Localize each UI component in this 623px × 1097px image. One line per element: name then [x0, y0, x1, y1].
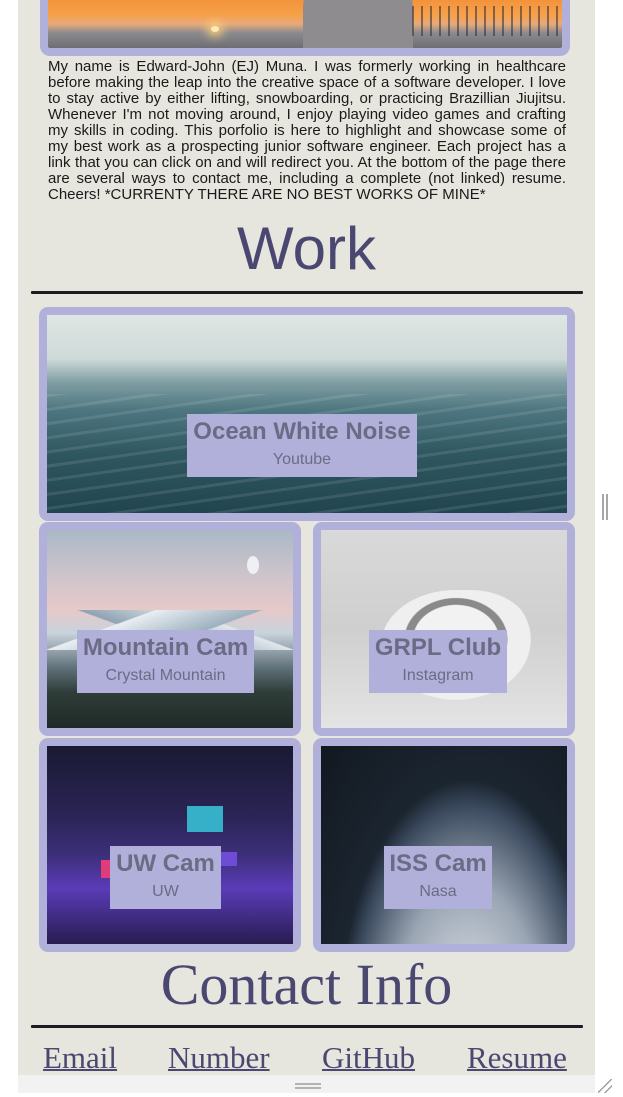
project-subtitle: Instagram — [402, 667, 474, 684]
project-label: Ocean White Noise Youtube — [187, 414, 417, 477]
project-card-iss[interactable]: ISS Cam Nasa — [313, 738, 575, 952]
project-subtitle: Crystal Mountain — [105, 667, 226, 684]
project-label: Mountain Cam Crystal Mountain — [77, 630, 254, 693]
project-title: GRPL Club — [374, 634, 502, 661]
window-bottom-edge — [0, 1093, 623, 1097]
project-label: GRPL Club Instagram — [369, 630, 507, 693]
project-subtitle: UW — [152, 883, 179, 900]
github-link[interactable]: GitHub — [322, 1038, 415, 1075]
sunset-sun — [211, 26, 219, 32]
contact-heading: Contact Info — [160, 952, 453, 1017]
project-card-mountain[interactable]: Mountain Cam Crystal Mountain — [39, 522, 301, 736]
profile-photo-frame — [40, 0, 570, 56]
project-card-uw[interactable]: UW Cam UW — [39, 738, 301, 952]
project-label: UW Cam UW — [110, 846, 221, 909]
email-link[interactable]: Email — [43, 1038, 117, 1075]
earth-image — [321, 746, 567, 944]
number-link[interactable]: Number — [168, 1038, 270, 1075]
project-title: ISS Cam — [389, 850, 487, 877]
project-title: UW Cam — [116, 850, 215, 877]
uw-image — [47, 746, 293, 944]
project-label: ISS Cam Nasa — [384, 846, 492, 909]
project-subtitle: Nasa — [419, 883, 457, 900]
contact-divider — [31, 1025, 583, 1028]
work-heading: Work — [237, 215, 376, 282]
palm-trees — [412, 6, 562, 36]
project-subtitle: Youtube — [272, 451, 332, 468]
resume-link[interactable]: Resume — [467, 1038, 567, 1075]
bio-text: My name is Edward-John (EJ) Muna. I was … — [48, 58, 566, 203]
project-card-ocean[interactable]: Ocean White Noise Youtube — [39, 307, 575, 521]
project-title: Mountain Cam — [82, 634, 249, 661]
grappling-image — [321, 530, 567, 728]
mountain-image — [47, 530, 293, 728]
contact-links: Email Number GitHub Resume — [18, 1038, 595, 1075]
scrollbar-grip[interactable] — [295, 1083, 321, 1089]
profile-photo — [48, 0, 562, 48]
work-divider — [31, 291, 583, 294]
project-title: Ocean White Noise — [193, 418, 411, 445]
project-card-grpl[interactable]: GRPL Club Instagram — [313, 522, 575, 736]
resize-handle-icon[interactable] — [598, 1079, 612, 1093]
page-container: My name is Edward-John (EJ) Muna. I was … — [18, 0, 595, 1075]
profile-person — [303, 0, 413, 48]
vertical-resize-grip[interactable] — [602, 494, 608, 520]
